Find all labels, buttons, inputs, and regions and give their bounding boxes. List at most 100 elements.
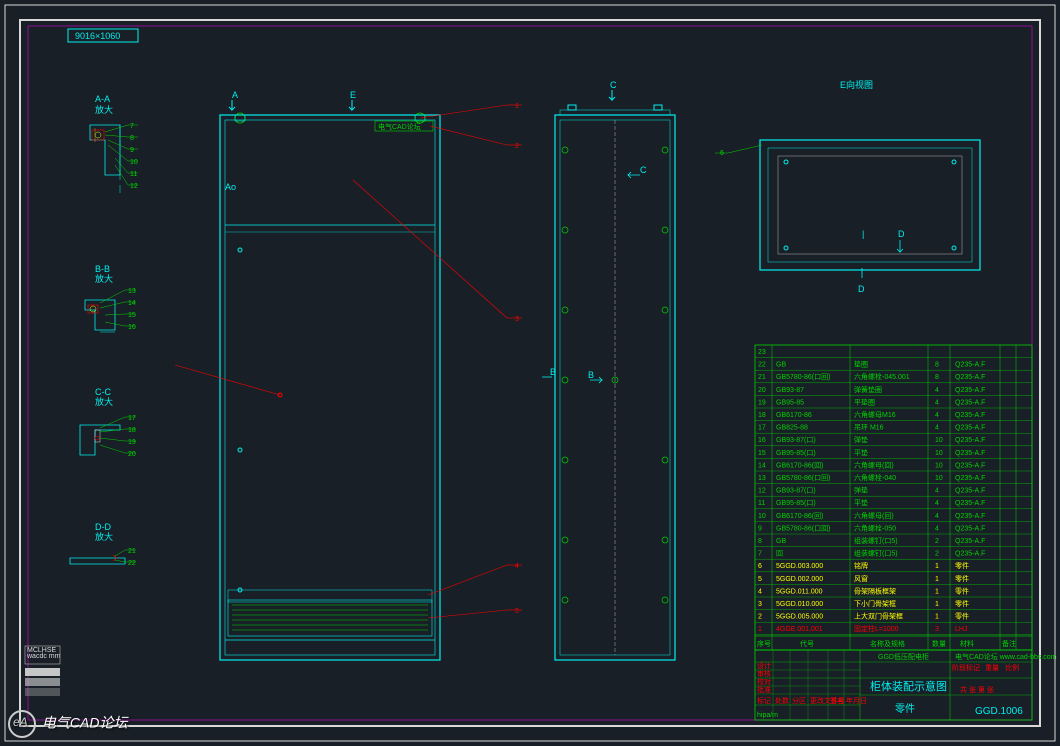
svg-text:18: 18 [128, 427, 136, 434]
svg-text:5GGD.005.000: 5GGD.005.000 [776, 614, 823, 621]
svg-text:平垫: 平垫 [854, 498, 868, 507]
svg-text:1: 1 [935, 614, 939, 621]
svg-text:3: 3 [935, 626, 939, 633]
svg-text:5: 5 [515, 608, 519, 615]
e-view: E向视图 D | D 6 [715, 79, 980, 294]
svg-text:六角螺母M16: 六角螺母M16 [854, 410, 896, 419]
svg-text:5: 5 [758, 576, 762, 583]
watermark: 电气CAD论坛 [8, 710, 127, 738]
svg-text:GB6170-86(回): GB6170-86(回) [776, 461, 823, 469]
svg-text:4: 4 [935, 488, 939, 495]
svg-text:10: 10 [935, 450, 943, 457]
svg-text:签名: 签名 [830, 696, 844, 705]
svg-text:六角螺母(回): 六角螺母(回) [854, 511, 894, 520]
svg-text:材料: 材料 [960, 639, 974, 648]
svg-text:Q235-A.F: Q235-A.F [955, 538, 985, 545]
svg-text:零件: 零件 [895, 703, 915, 715]
svg-text:B: B [550, 367, 556, 377]
svg-text:GB5780-86(口回): GB5780-86(口回) [776, 373, 830, 381]
drawing-svg[interactable]: 9016×1060 A-A 放大 7 8 9 10 11 12 B-B 放大 1… [0, 0, 1060, 746]
detail-aa-numbers: 7 8 9 10 11 12 [130, 123, 138, 190]
svg-text:3: 3 [758, 601, 762, 608]
svg-text:Q235-A.F: Q235-A.F [955, 374, 985, 381]
svg-text:放大: 放大 [95, 531, 113, 542]
svg-text:13: 13 [128, 288, 136, 295]
side-view: C C B B [542, 80, 675, 660]
svg-text:1: 1 [515, 103, 519, 110]
svg-text:B-B: B-B [95, 264, 110, 274]
svg-text:Q235-A.F: Q235-A.F [955, 450, 985, 457]
svg-text:6: 6 [720, 150, 724, 157]
svg-text:C: C [640, 165, 647, 175]
svg-text:重量: 重量 [985, 664, 999, 672]
detail-aa: A-A 放大 7 8 9 10 11 12 [90, 94, 138, 193]
svg-text:11: 11 [758, 500, 765, 507]
svg-text:E向视图: E向视图 [840, 79, 873, 90]
svg-text:GB95-85(口): GB95-85(口) [776, 499, 816, 507]
cad-viewport[interactable]: { "header_box": "9016×1060", "watermark"… [0, 0, 1060, 746]
svg-text:22: 22 [758, 362, 766, 369]
svg-text:上大双门骨架框: 上大双门骨架框 [854, 612, 903, 621]
svg-text:LHJ: LHJ [955, 626, 967, 633]
svg-text:8: 8 [935, 374, 939, 381]
svg-text:零件: 零件 [955, 612, 969, 621]
svg-text:处数: 处数 [775, 696, 789, 705]
svg-text:10: 10 [758, 513, 766, 520]
svg-text:共 张 第 张: 共 张 第 张 [960, 685, 994, 694]
svg-text:4: 4 [935, 425, 939, 432]
svg-text:7: 7 [758, 551, 762, 558]
svg-text:六角螺栓-045.001: 六角螺栓-045.001 [854, 372, 910, 381]
svg-text:批准: 批准 [757, 685, 771, 694]
svg-text:22: 22 [128, 560, 136, 567]
svg-text:Q235-A.F: Q235-A.F [955, 437, 985, 444]
svg-text:Q235-A.F: Q235-A.F [955, 475, 985, 482]
svg-text:4: 4 [935, 513, 939, 520]
svg-text:Q235-A.F: Q235-A.F [955, 488, 985, 495]
svg-text:D: D [858, 284, 865, 294]
svg-text:8: 8 [130, 135, 134, 142]
svg-text:GB5780-86(口回): GB5780-86(口回) [776, 474, 830, 482]
svg-text:12: 12 [758, 488, 766, 495]
svg-text:序号: 序号 [757, 639, 771, 648]
svg-text:1: 1 [935, 563, 939, 570]
svg-text:GB: GB [776, 362, 786, 369]
svg-text:固定柱L=1000: 固定柱L=1000 [854, 624, 899, 633]
svg-text:电气CAD论坛 www.cad-bbs.com: 电气CAD论坛 www.cad-bbs.com [955, 652, 1057, 661]
svg-text:六角螺栓-050: 六角螺栓-050 [854, 523, 896, 532]
svg-text:1: 1 [935, 588, 939, 595]
svg-text:16: 16 [758, 437, 766, 444]
svg-text:D-D: D-D [95, 522, 111, 532]
svg-text:D: D [898, 229, 905, 239]
svg-text:校对: 校对 [757, 677, 771, 686]
svg-text:10: 10 [935, 475, 943, 482]
svg-text:代号: 代号 [800, 639, 814, 648]
svg-text:17: 17 [758, 425, 766, 432]
svg-text:|: | [862, 229, 864, 239]
svg-text:Ao: Ao [225, 182, 236, 192]
svg-text:14: 14 [128, 300, 136, 307]
svg-text:Q235-A.F: Q235-A.F [955, 551, 985, 558]
svg-text:9: 9 [130, 147, 134, 154]
svg-text:零件: 零件 [955, 574, 969, 583]
svg-text:弹垫: 弹垫 [854, 435, 868, 444]
svg-text:GB93-87: GB93-87 [776, 387, 804, 394]
svg-text:21: 21 [758, 374, 766, 381]
svg-text:GB5780-86(口回): GB5780-86(口回) [776, 524, 830, 532]
detail-bb: B-B 放大 13 14 15 16 [85, 264, 136, 332]
svg-text:Q235-A.F: Q235-A.F [955, 362, 985, 369]
svg-text:20: 20 [128, 451, 136, 458]
svg-text:wacdc mm: wacdc mm [26, 653, 61, 660]
svg-text:Q235-A.F: Q235-A.F [955, 425, 985, 432]
svg-text:3: 3 [515, 316, 519, 323]
front-view: A E 电气CAD论坛 Ao [220, 90, 440, 660]
svg-text:7: 7 [130, 123, 134, 130]
svg-text:15: 15 [128, 312, 136, 319]
svg-text:4: 4 [515, 563, 519, 570]
svg-text:13: 13 [758, 475, 766, 482]
svg-text:C-C: C-C [95, 387, 111, 397]
svg-text:5GGD.003.000: 5GGD.003.000 [776, 563, 823, 570]
svg-text:Q235-A.F: Q235-A.F [955, 462, 985, 469]
svg-text:Q235-A.F: Q235-A.F [955, 399, 985, 406]
svg-text:Q235-A.F: Q235-A.F [955, 500, 985, 507]
detail-dd: D-D 放大 21 22 [70, 522, 136, 567]
